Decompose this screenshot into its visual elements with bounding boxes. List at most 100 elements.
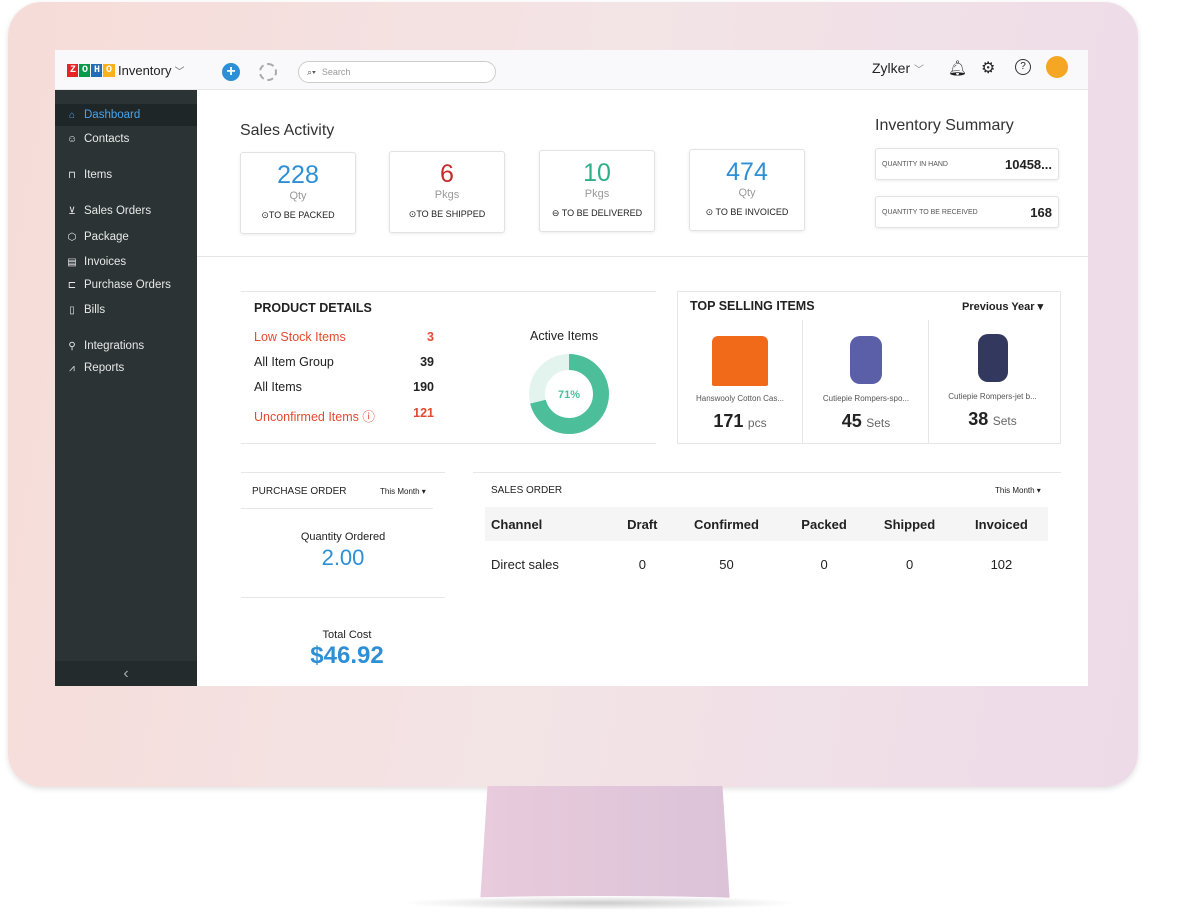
search-placeholder: Search [321,67,351,77]
active-items-donut: 71% [529,354,609,434]
item-qty: 45 [841,411,862,431]
quantity-ordered-value: 2.00 [321,545,365,570]
column-header: Invoiced [954,507,1048,541]
top-item-3[interactable]: Cutiepie Rompers-jet b... 38 Sets [930,320,1055,444]
card-label: TO BE DELIVERED [561,208,643,218]
box-icon: ⬡ [67,231,77,243]
divider [197,256,1088,257]
check-icon: ⊙ [261,210,269,220]
active-items-title: Active Items [530,329,599,343]
sidebar-item-package[interactable]: ⬡ Package [55,226,197,248]
sales-period-dropdown[interactable]: This Month ▾ [995,486,1041,495]
search-input[interactable]: ⌕▾ Search [298,61,496,83]
org-name: Zylker [872,60,911,76]
avatar[interactable] [1046,56,1068,78]
divider [241,597,445,598]
summary-value: 168 [1030,204,1052,220]
add-icon[interactable]: + [222,63,240,81]
user-icon: ☺ [67,133,78,145]
column-header: Draft [615,507,670,541]
purchase-period-dropdown[interactable]: This Month ▾ [380,487,426,496]
row-label: All Items [254,380,302,394]
row-value: 3 [427,330,434,344]
sidebar-item-label: Items [84,169,113,181]
sidebar: ⌂ Dashboard ☺ Contacts ⊓ Items ⊻ Sales Order… [55,90,197,686]
sidebar-item-integrations[interactable]: ⚲ Integrations [55,335,197,357]
gear-icon[interactable]: ⚙ [981,58,995,78]
app-screen: ZOHO Inventory ﹀ + ⌕▾ Search Zylker ﹀ 🔔︎ … [55,50,1088,686]
item-name: Cutiepie Rompers-jet b... [948,392,1037,401]
bill-icon: ▯ [69,304,75,316]
app-name: Inventory [118,63,172,78]
column-header: Channel [485,507,616,541]
chevron-down-icon: ﹀ [174,67,185,78]
bell-icon[interactable]: 🔔︎ [948,59,967,77]
item-name: Hanswooly Cotton Cas... [695,394,785,403]
all-item-group-row[interactable]: All Item Group 39 [254,355,434,369]
card-value: 474 [726,158,768,186]
app-switcher[interactable]: ZOHO Inventory ﹀ [67,63,184,78]
monitor-shadow [400,896,800,910]
recent-activity-icon[interactable] [259,63,277,81]
item-qty: 171 [713,411,744,431]
help-icon[interactable]: ? [1015,59,1031,75]
sales-order-title: SALES ORDER [491,485,563,496]
card-value: 10 [583,159,611,187]
summary-label: QUANTITY IN HAND [882,160,948,168]
to-be-invoiced-card[interactable]: 474 Qty ⊙ TO BE INVOICED [689,149,805,231]
item-name: Cutiepie Rompers-spo... [822,394,910,403]
bag-icon: ⊏ [67,279,77,291]
collapse-sidebar-button[interactable]: ‹ [55,661,197,686]
row-label: Unconfirmed Items [254,410,359,424]
chevron-down-icon: ﹀ [914,65,925,76]
chart-icon: ⩘ [69,362,75,374]
to-be-shipped-card[interactable]: 6 Pkgs ⊙TO BE SHIPPED [389,151,505,233]
sidebar-item-items[interactable]: ⊓ Items [55,164,197,186]
column-header: Shipped [864,507,955,541]
unconfirmed-items-row[interactable]: Unconfirmed Items ⓘ 121 [254,406,434,425]
to-be-packed-card[interactable]: 228 Qty ⊙TO BE PACKED [240,152,356,234]
sales-activity-title: Sales Activity [240,122,335,139]
to-be-delivered-card[interactable]: 10 Pkgs ⊖ TO BE DELIVERED [539,150,655,232]
sales-order-table: Channel Draft Confirmed Packed Shipped Invoic… [485,507,1048,587]
invoice-check-icon: ⊙ [705,207,714,217]
top-bar: ZOHO Inventory ﹀ + ⌕▾ Search Zylker ﹀ 🔔︎ … [55,50,1088,90]
sidebar-item-label: Invoices [84,256,127,268]
search-icon: ⌕▾ [307,66,316,77]
plug-icon: ⚲ [68,340,76,352]
period-label: This Month [380,487,420,496]
column-header: Confirmed [669,507,784,541]
sidebar-item-sales-orders[interactable]: ⊻ Sales Orders [55,200,197,222]
sidebar-item-reports[interactable]: ⩘ Reports [55,357,197,379]
sidebar-item-dashboard[interactable]: ⌂ Dashboard [55,104,197,126]
row-value: 190 [413,380,434,394]
org-switcher[interactable]: Zylker ﹀ [872,60,924,76]
item-image [850,336,882,384]
active-items-percent: 71% [558,389,580,401]
low-stock-items-row[interactable]: Low Stock Items 3 [254,330,434,344]
card-label: TO BE INVOICED [715,207,789,217]
period-label: Previous Year [962,301,1035,313]
row-value: 121 [413,406,434,420]
top-item-1[interactable]: Hanswooly Cotton Cas... 171 pcs [678,320,803,444]
sidebar-item-bills[interactable]: ▯ Bills [55,299,197,321]
table-cell: Direct sales [491,556,559,572]
sidebar-item-contacts[interactable]: ☺ Contacts [55,128,197,150]
sidebar-item-label: Bills [84,304,106,316]
top-item-2[interactable]: Cutiepie Rompers-spo... 45 Sets [804,320,929,444]
zoho-logo: ZOHO [67,64,115,77]
card-unit: Qty [738,187,756,199]
period-dropdown[interactable]: Previous Year ▾ [962,300,1043,313]
sidebar-item-label: Sales Orders [84,205,152,217]
row-value: 39 [420,355,434,369]
card-value: 6 [440,160,454,188]
delivery-icon: ⊖ [551,208,560,218]
table-row[interactable]: Direct sales 0 50 0 0 102 [485,541,1048,587]
sidebar-item-label: Contacts [84,133,130,145]
table-cell: 0 [638,556,646,572]
sidebar-item-invoices[interactable]: ▤ Invoices [55,251,197,273]
sidebar-item-purchase-orders[interactable]: ⊏ Purchase Orders [55,274,197,296]
card-label: TO BE SHIPPED [416,209,486,219]
all-items-row[interactable]: All Items 190 [254,380,434,394]
sidebar-item-label: Package [84,231,129,243]
